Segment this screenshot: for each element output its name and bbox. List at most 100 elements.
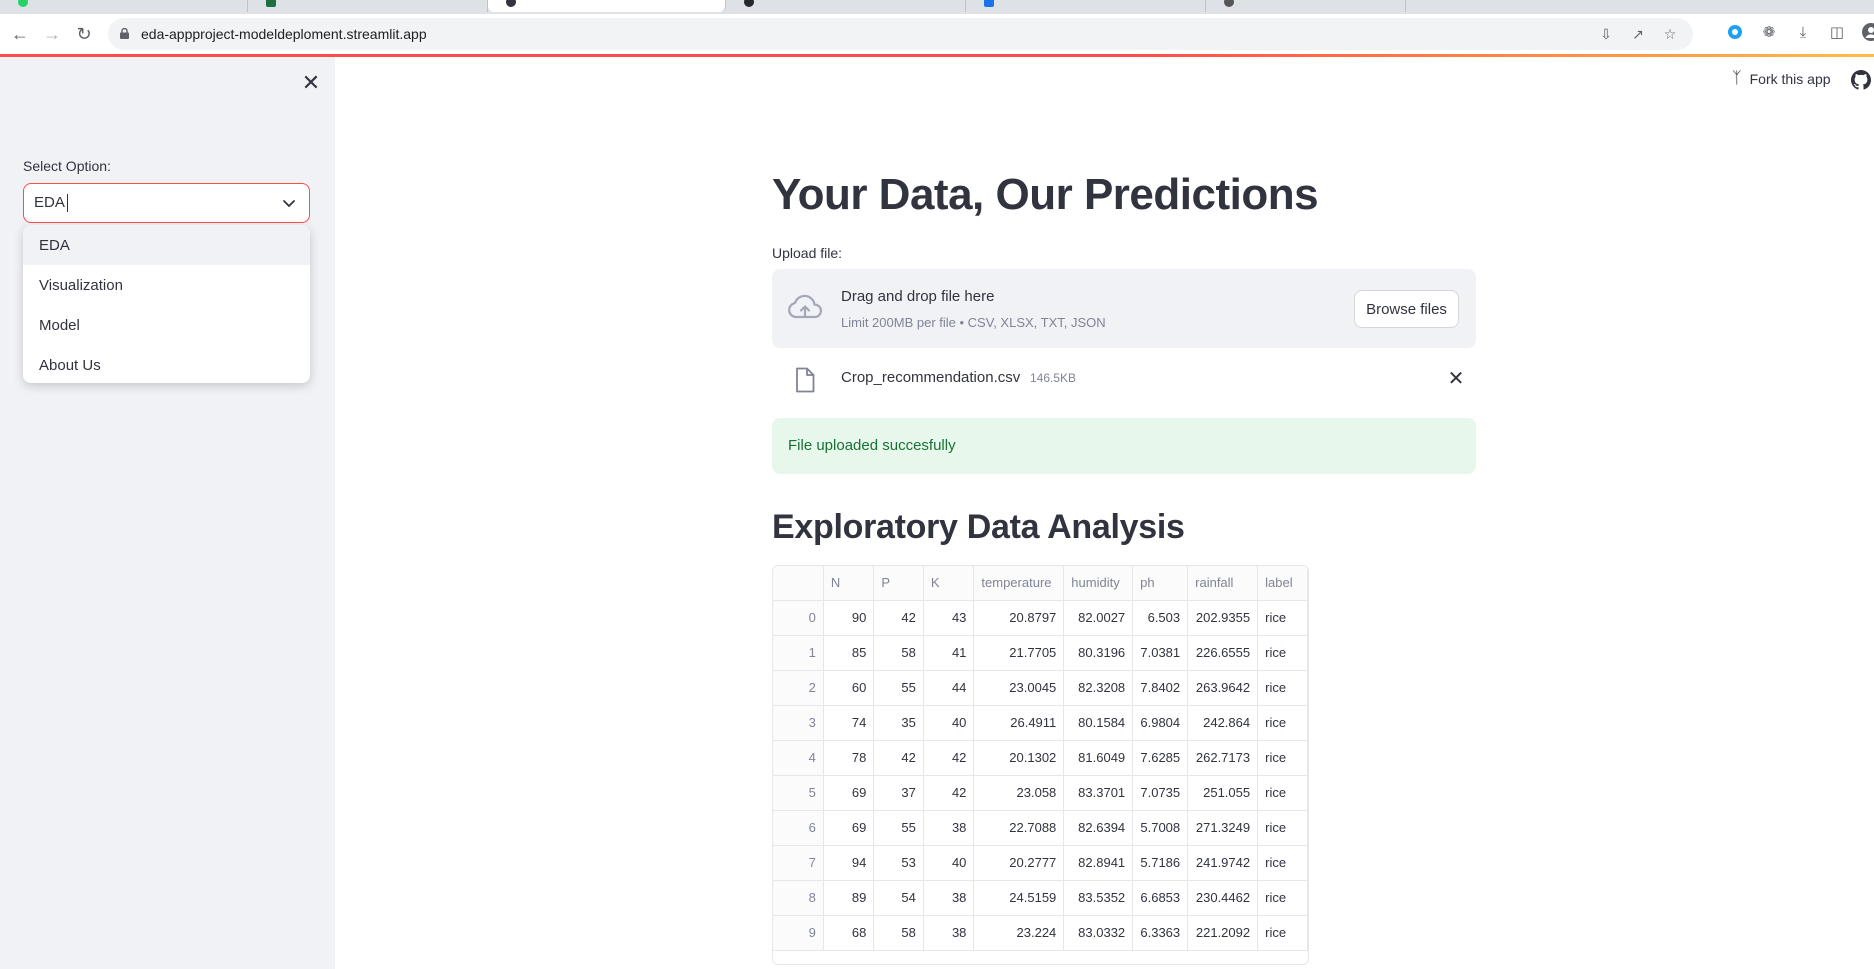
cell-temperature[interactable]: 23.0045 (973, 670, 1065, 706)
cell-p[interactable]: 58 (873, 635, 924, 671)
cell-temperature[interactable]: 21.7705 (973, 635, 1065, 671)
option-visualization[interactable]: Visualization (23, 265, 310, 305)
cell-ph[interactable]: 6.3363 (1132, 915, 1189, 951)
column-header-humidity[interactable]: humidity (1063, 566, 1134, 601)
fork-app-button[interactable]: ᛉ Fork this app (1732, 70, 1831, 88)
cell-k[interactable]: 38 (923, 915, 975, 951)
cell-p[interactable]: 55 (873, 810, 924, 846)
cell-humidity[interactable]: 82.6394 (1063, 810, 1134, 846)
cell-ph[interactable]: 6.503 (1132, 600, 1189, 636)
cell-p[interactable]: 54 (873, 880, 924, 916)
back-icon[interactable]: ← (8, 22, 32, 46)
browse-files-button[interactable]: Browse files (1354, 290, 1459, 328)
column-header-label[interactable]: label (1257, 566, 1308, 601)
cell-temperature[interactable]: 20.8797 (973, 600, 1065, 636)
cell-rainfall[interactable]: 230.4462 (1187, 880, 1259, 916)
cell-n[interactable]: 69 (823, 810, 875, 846)
cell-n[interactable]: 78 (823, 740, 875, 776)
cell-temperature[interactable]: 20.1302 (973, 740, 1065, 776)
cell-rainfall[interactable]: 226.6555 (1187, 635, 1259, 671)
cell-label[interactable]: rice (1257, 705, 1308, 741)
cell-ph[interactable]: 7.6285 (1132, 740, 1189, 776)
cell-rainfall[interactable]: 241.9742 (1187, 845, 1259, 881)
column-header-n[interactable]: N (823, 566, 875, 601)
puzzle-extensions-icon[interactable]: ❁ (1759, 22, 1779, 42)
column-header-k[interactable]: K (923, 566, 975, 601)
side-panel-icon[interactable]: ◫ (1827, 22, 1847, 42)
cell-ph[interactable]: 5.7008 (1132, 810, 1189, 846)
cell-n[interactable]: 85 (823, 635, 875, 671)
column-header-temperature[interactable]: temperature (973, 566, 1065, 601)
cell-label[interactable]: rice (1257, 670, 1308, 706)
cell-k[interactable]: 42 (923, 775, 975, 811)
share-icon[interactable]: ↗ (1629, 25, 1647, 43)
cell-ph[interactable]: 5.7186 (1132, 845, 1189, 881)
browser-tab[interactable] (726, 0, 966, 12)
cell-k[interactable]: 38 (923, 880, 975, 916)
remove-file-icon[interactable]: ✕ (1444, 366, 1468, 390)
cell-p[interactable]: 58 (873, 915, 924, 951)
column-header-p[interactable]: P (873, 566, 924, 601)
cell-ph[interactable]: 6.9804 (1132, 705, 1189, 741)
cell-p[interactable]: 37 (873, 775, 924, 811)
cell-rainfall[interactable]: 251.055 (1187, 775, 1259, 811)
cell-humidity[interactable]: 82.0027 (1063, 600, 1134, 636)
reload-icon[interactable]: ↻ (72, 22, 96, 46)
browser-tab-active[interactable] (488, 0, 726, 12)
cell-label[interactable]: rice (1257, 740, 1308, 776)
cell-n[interactable]: 68 (823, 915, 875, 951)
cell-humidity[interactable]: 80.3196 (1063, 635, 1134, 671)
cell-p[interactable]: 55 (873, 670, 924, 706)
file-dropzone[interactable]: Drag and drop file here Limit 200MB per … (772, 269, 1476, 348)
install-app-icon[interactable]: ⇩ (1597, 25, 1615, 43)
cell-ph[interactable]: 7.0735 (1132, 775, 1189, 811)
column-header-rainfall[interactable]: rainfall (1187, 566, 1259, 601)
browser-tab[interactable] (1206, 0, 1406, 12)
extension-icon[interactable] (1725, 22, 1745, 42)
cell-p[interactable]: 42 (873, 740, 924, 776)
cell-temperature[interactable]: 26.4911 (973, 705, 1065, 741)
cell-rainfall[interactable]: 263.9642 (1187, 670, 1259, 706)
cell-k[interactable]: 42 (923, 740, 975, 776)
cell-humidity[interactable]: 82.8941 (1063, 845, 1134, 881)
cell-ph[interactable]: 7.8402 (1132, 670, 1189, 706)
cell-humidity[interactable]: 81.6049 (1063, 740, 1134, 776)
cell-ph[interactable]: 7.0381 (1132, 635, 1189, 671)
chevron-down-icon[interactable] (279, 193, 299, 213)
cell-label[interactable]: rice (1257, 635, 1308, 671)
cell-n[interactable]: 89 (823, 880, 875, 916)
forward-icon[interactable]: → (40, 22, 64, 46)
cell-label[interactable]: rice (1257, 775, 1308, 811)
cell-label[interactable]: rice (1257, 810, 1308, 846)
cell-k[interactable]: 38 (923, 810, 975, 846)
cell-temperature[interactable]: 23.224 (973, 915, 1065, 951)
github-icon[interactable] (1851, 70, 1871, 90)
cell-temperature[interactable]: 24.5159 (973, 880, 1065, 916)
cell-k[interactable]: 40 (923, 705, 975, 741)
cell-k[interactable]: 40 (923, 845, 975, 881)
bookmark-star-icon[interactable]: ☆ (1661, 25, 1679, 43)
browser-tab[interactable] (966, 0, 1206, 12)
browser-tab[interactable] (0, 0, 248, 12)
cell-humidity[interactable]: 83.0332 (1063, 915, 1134, 951)
cell-humidity[interactable]: 83.5352 (1063, 880, 1134, 916)
cell-p[interactable]: 35 (873, 705, 924, 741)
cell-label[interactable]: rice (1257, 600, 1308, 636)
sidebar-close-icon[interactable]: ✕ (298, 70, 324, 96)
cell-n[interactable]: 90 (823, 600, 875, 636)
option-about-us[interactable]: About Us (23, 345, 310, 383)
cell-rainfall[interactable]: 271.3249 (1187, 810, 1259, 846)
option-model[interactable]: Model (23, 305, 310, 345)
cell-rainfall[interactable]: 221.2092 (1187, 915, 1259, 951)
cell-humidity[interactable]: 80.1584 (1063, 705, 1134, 741)
cell-k[interactable]: 43 (923, 600, 975, 636)
cell-temperature[interactable]: 22.7088 (973, 810, 1065, 846)
cell-label[interactable]: rice (1257, 845, 1308, 881)
cell-n[interactable]: 60 (823, 670, 875, 706)
cell-p[interactable]: 42 (873, 600, 924, 636)
profile-avatar-icon[interactable] (1861, 22, 1874, 42)
cell-k[interactable]: 44 (923, 670, 975, 706)
column-header-index[interactable] (773, 566, 824, 601)
cell-humidity[interactable]: 82.3208 (1063, 670, 1134, 706)
browser-tab[interactable] (248, 0, 488, 12)
